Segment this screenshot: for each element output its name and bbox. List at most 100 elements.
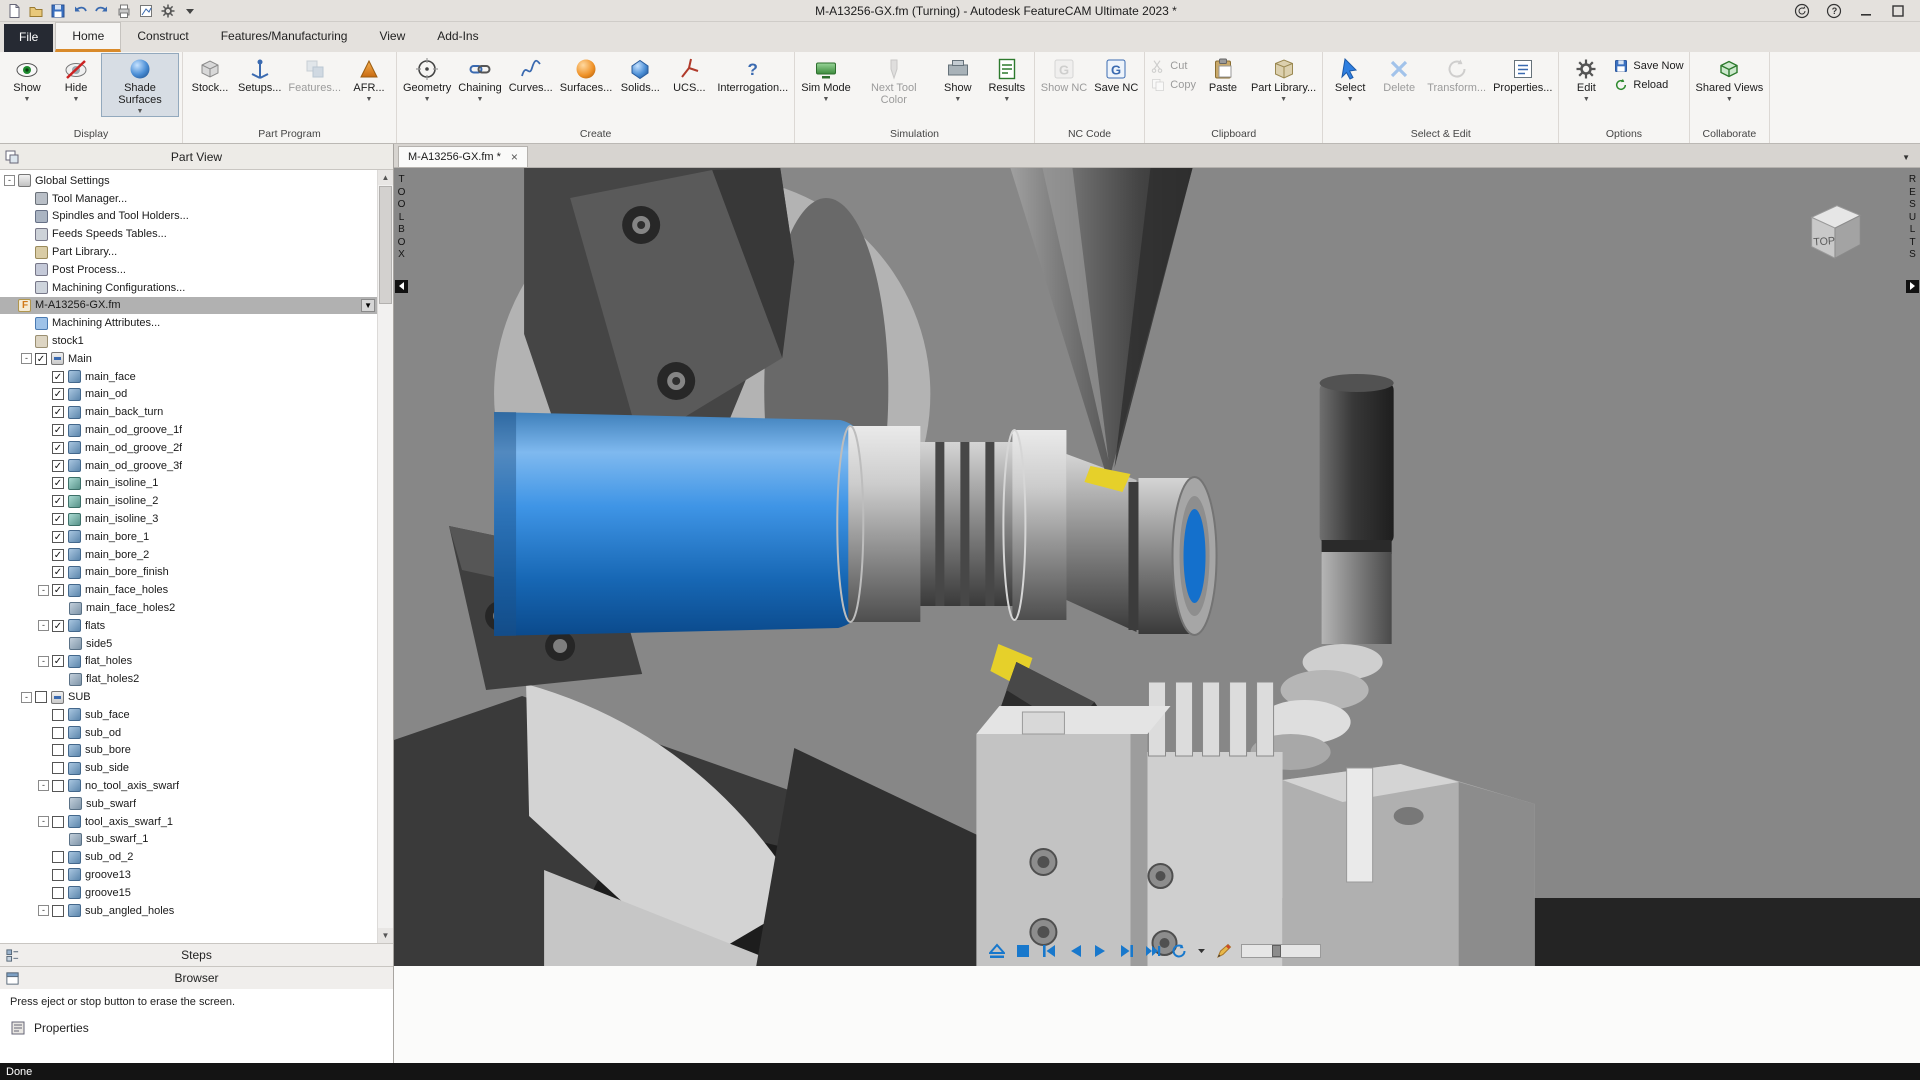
dropdown-caret-icon[interactable]: ▼: [1583, 96, 1590, 104]
delete-button[interactable]: Delete: [1375, 53, 1423, 97]
solids-button[interactable]: Solids...: [616, 53, 664, 97]
scroll-up-icon[interactable]: ▲: [378, 170, 393, 185]
copy-button[interactable]: Copy: [1150, 77, 1196, 93]
visibility-checkbox[interactable]: [52, 904, 64, 917]
tab-home[interactable]: Home: [55, 22, 122, 52]
dropdown-caret-icon[interactable]: ▼: [424, 96, 431, 104]
undo-icon[interactable]: [72, 3, 88, 19]
show-button[interactable]: Show ▼: [3, 53, 51, 105]
tree-item-stock1[interactable]: stock1: [0, 332, 393, 350]
play-button[interactable]: [1092, 942, 1110, 960]
pencil-button[interactable]: [1215, 942, 1233, 960]
tree-item-main-bore-finish[interactable]: ✓ main_bore_finish: [0, 564, 393, 582]
tree-item-machining-attributes[interactable]: Machining Attributes...: [0, 314, 393, 332]
visibility-checkbox[interactable]: [52, 886, 64, 899]
simulation-speed-slider[interactable]: [1241, 944, 1321, 958]
surfaces-button[interactable]: Surfaces...: [557, 53, 616, 97]
setups-button[interactable]: Setups...: [235, 53, 284, 97]
properties-panel-bar[interactable]: Properties: [0, 1015, 393, 1041]
plot-icon[interactable]: [138, 3, 154, 19]
tree-item-main-bore-1[interactable]: ✓ main_bore_1: [0, 528, 393, 546]
tab-construct[interactable]: Construct: [121, 22, 204, 52]
tree-item-tool-axis-swarf-1[interactable]: - tool_axis_swarf_1: [0, 813, 393, 831]
tree-item-flats[interactable]: - ✓ flats: [0, 617, 393, 635]
tree-item-flat-holes2[interactable]: flat_holes2: [0, 670, 393, 688]
dropdown-caret-icon[interactable]: ▼: [366, 96, 373, 104]
tree-item-main[interactable]: - ✓ Main: [0, 350, 393, 368]
visibility-checkbox[interactable]: ✓: [35, 352, 47, 365]
edit-button[interactable]: Edit ▼: [1562, 53, 1610, 105]
tree-item-feeds-speeds-tables[interactable]: Feeds Speeds Tables...: [0, 225, 393, 243]
visibility-checkbox[interactable]: [52, 726, 64, 739]
tab-view[interactable]: View: [363, 22, 421, 52]
tab-list-caret-icon[interactable]: ▼: [1902, 153, 1916, 167]
caret-down-icon[interactable]: [182, 3, 198, 19]
visibility-checkbox[interactable]: ✓: [52, 619, 64, 632]
shade-surfaces-button[interactable]: Shade Surfaces ▼: [101, 53, 179, 118]
tree-item-sub[interactable]: - SUB: [0, 688, 393, 706]
tree-item-main-back-turn[interactable]: ✓ main_back_turn: [0, 403, 393, 421]
part-library-button[interactable]: Part Library... ▼: [1248, 53, 1319, 105]
tree-item-groove15[interactable]: groove15: [0, 884, 393, 902]
results-button[interactable]: Results ▼: [983, 53, 1031, 105]
tree-item-groove13[interactable]: groove13: [0, 866, 393, 884]
collapse-icon[interactable]: -: [38, 905, 49, 917]
geometry-button[interactable]: Geometry ▼: [400, 53, 454, 105]
transform-button[interactable]: Transform...: [1424, 53, 1489, 97]
toolbox-panel-tab[interactable]: TOOLBOX: [395, 174, 408, 293]
visibility-checkbox[interactable]: ✓: [52, 406, 64, 419]
visibility-checkbox[interactable]: ✓: [52, 530, 64, 543]
dropdown-caret-icon[interactable]: ▼: [1003, 96, 1010, 104]
stock-button[interactable]: Stock...: [186, 53, 234, 97]
tree-item-main-od[interactable]: ✓ main_od: [0, 386, 393, 404]
panel-windows-icon[interactable]: [4, 149, 20, 165]
viewport-3d-scene[interactable]: [394, 168, 1920, 966]
collapse-icon[interactable]: -: [38, 816, 49, 828]
tree-item-main-isoline-3[interactable]: ✓ main_isoline_3: [0, 510, 393, 528]
step-forward-button[interactable]: [1118, 942, 1136, 960]
next-tool-color-button[interactable]: Next Tool Color: [855, 53, 933, 109]
interrogation-button[interactable]: ? Interrogation...: [714, 53, 791, 97]
cut-button[interactable]: Cut: [1150, 58, 1196, 74]
visibility-checkbox[interactable]: ✓: [52, 370, 64, 383]
caret-down-button[interactable]: [1196, 942, 1207, 960]
collapse-icon[interactable]: -: [21, 691, 32, 703]
show-nc-button[interactable]: G Show NC: [1038, 53, 1090, 97]
tree-item-sub-angled-holes[interactable]: - sub_angled_holes: [0, 902, 393, 920]
tree-item-post-process[interactable]: Post Process...: [0, 261, 393, 279]
tab-features-manufacturing[interactable]: Features/Manufacturing: [205, 22, 364, 52]
collapse-icon[interactable]: -: [38, 584, 49, 596]
tree-item-main-face-holes[interactable]: - ✓ main_face_holes: [0, 581, 393, 599]
visibility-checkbox[interactable]: [35, 691, 47, 703]
tree-item-sub-od[interactable]: sub_od: [0, 724, 393, 742]
tree-item-sub-swarf-1[interactable]: sub_swarf_1: [0, 830, 393, 848]
tree-item-main-bore-2[interactable]: ✓ main_bore_2: [0, 546, 393, 564]
stop-button[interactable]: [1014, 942, 1032, 960]
dropdown-caret-icon[interactable]: ▼: [477, 96, 484, 104]
visibility-checkbox[interactable]: ✓: [52, 584, 64, 597]
tree-scrollbar[interactable]: ▲ ▼: [377, 170, 393, 943]
collapse-icon[interactable]: -: [38, 620, 49, 632]
afr-button[interactable]: AFR... ▼: [345, 53, 393, 105]
collapse-icon[interactable]: -: [4, 175, 15, 187]
collapse-right-arrow-icon[interactable]: [1906, 279, 1919, 293]
tree-item-sub-od-2[interactable]: sub_od_2: [0, 848, 393, 866]
graphics-viewport[interactable]: TOOLBOX RESULTS TOP: [394, 168, 1920, 966]
tree-item-sub-face[interactable]: sub_face: [0, 706, 393, 724]
visibility-checkbox[interactable]: ✓: [52, 566, 64, 579]
chaining-button[interactable]: Chaining ▼: [455, 53, 504, 105]
dropdown-caret-icon[interactable]: ▼: [954, 96, 961, 104]
slider-thumb[interactable]: [1272, 945, 1281, 957]
eject-button[interactable]: [988, 942, 1006, 960]
visibility-checkbox[interactable]: ✓: [52, 388, 64, 401]
tree-item-side5[interactable]: side5: [0, 635, 393, 653]
ucs-button[interactable]: UCS...: [665, 53, 713, 97]
dropdown-caret-icon[interactable]: ▼: [1726, 96, 1733, 104]
view-cube[interactable]: TOP: [1800, 196, 1868, 264]
visibility-checkbox[interactable]: ✓: [52, 495, 64, 508]
reload-button[interactable]: Reload: [1613, 77, 1683, 93]
scroll-down-icon[interactable]: ▼: [378, 928, 393, 943]
visibility-checkbox[interactable]: [52, 708, 64, 721]
tree-item-spindles-and-tool-holders[interactable]: Spindles and Tool Holders...: [0, 208, 393, 226]
tree-item-sub-bore[interactable]: sub_bore: [0, 742, 393, 760]
